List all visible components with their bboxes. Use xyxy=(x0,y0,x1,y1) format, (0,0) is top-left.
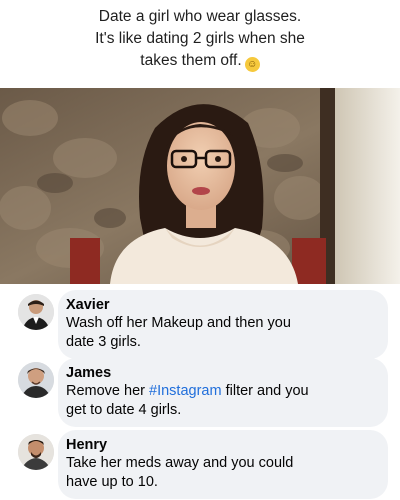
comment-text-line-1: Wash off her Makeup and then you xyxy=(66,315,291,331)
comment-text-line-2: date 3 girls. xyxy=(66,334,141,350)
avatar-image xyxy=(18,434,54,470)
comment-text-line-2: get to date 4 girls. xyxy=(66,402,182,418)
woman-with-glasses-photo xyxy=(0,88,400,284)
caption-line-3: takes them off. xyxy=(140,52,242,69)
caption-line-3-wrap: takes them off. ☺ xyxy=(0,50,400,72)
avatar-image xyxy=(18,362,54,398)
avatar[interactable] xyxy=(18,362,54,398)
avatar[interactable] xyxy=(18,294,54,330)
photo-illustration xyxy=(0,88,400,284)
comment-bubble: Henry Take her meds away and you could h… xyxy=(58,430,388,499)
commenter-name[interactable]: Xavier xyxy=(66,296,376,314)
avatar[interactable] xyxy=(18,434,54,470)
meme-caption: Date a girl who wear glasses. It's like … xyxy=(0,6,400,72)
comment-bubble: Xavier Wash off her Makeup and then you … xyxy=(58,290,388,359)
comment-bubble: James Remove her #Instagram filter and y… xyxy=(58,358,388,427)
comment-text-line-1: Remove her #Instagram filter and you xyxy=(66,382,376,401)
comments-section: Xavier Wash off her Makeup and then you … xyxy=(0,284,400,500)
commenter-name[interactable]: James xyxy=(66,364,376,382)
comment-text-line-2: have up to 10. xyxy=(66,474,158,490)
caption-line-1: Date a girl who wear glasses. xyxy=(98,8,302,25)
comment-text-pre: Remove her xyxy=(66,383,150,399)
smiling-face-emoji-icon: ☺ xyxy=(244,57,260,72)
avatar-image xyxy=(18,294,54,330)
commenter-name[interactable]: Henry xyxy=(66,436,376,454)
comment-text-post: filter and you xyxy=(221,383,309,399)
instagram-hashtag-link[interactable]: #Instagram xyxy=(149,383,222,399)
comment-text-line-1: Take her meds away and you could xyxy=(66,455,294,471)
caption-line-2: It's like dating 2 girls when she xyxy=(95,30,305,47)
